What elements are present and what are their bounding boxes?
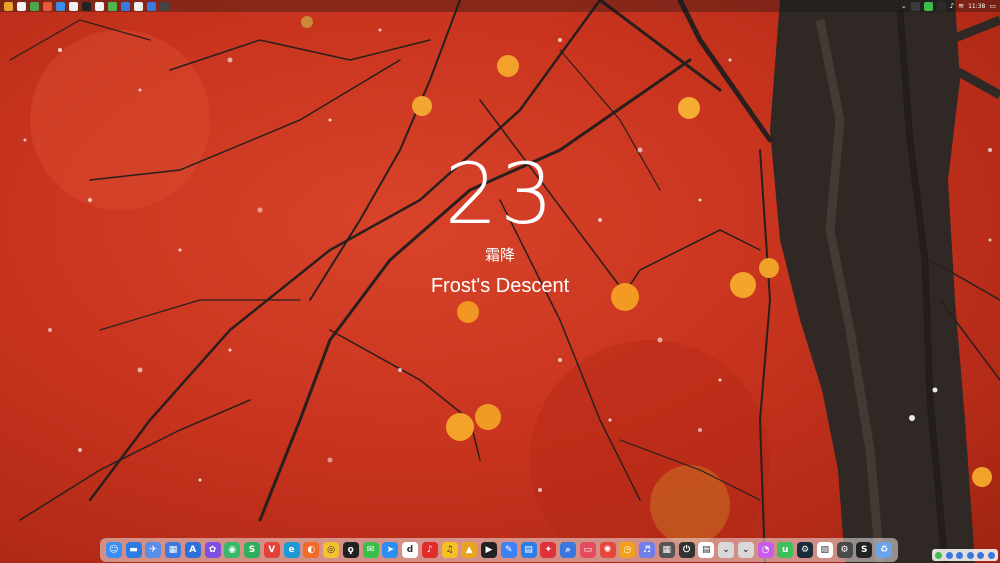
persimmon bbox=[301, 16, 313, 28]
app-icon[interactable] bbox=[160, 1, 169, 11]
windows-icon[interactable]: ▦ bbox=[165, 542, 181, 558]
persimmon bbox=[678, 97, 700, 119]
persimmon bbox=[759, 258, 779, 278]
utilities-icon[interactable]: ▦ bbox=[658, 542, 675, 558]
wifi-icon[interactable]: ≋ bbox=[958, 2, 964, 11]
downloads-icon[interactable]: ⌄ bbox=[737, 542, 754, 558]
pdf-icon[interactable]: ✦ bbox=[540, 542, 557, 558]
menu-bar: ⌄ ♪ ≋ 11:38 ▭ bbox=[0, 0, 1000, 12]
screen-icon[interactable]: ▭ bbox=[989, 2, 996, 11]
feishu-icon[interactable]: ➤ bbox=[382, 542, 399, 558]
app-icon[interactable] bbox=[147, 1, 156, 11]
persimmon bbox=[446, 413, 474, 441]
player-icon[interactable]: ▶ bbox=[481, 542, 497, 558]
upwork-icon[interactable]: u bbox=[777, 542, 794, 558]
search-icon[interactable]: ⌕ bbox=[560, 542, 576, 558]
persimmon bbox=[412, 96, 432, 116]
calendar-icon[interactable]: ▤ bbox=[698, 542, 715, 558]
persimmon bbox=[457, 301, 479, 323]
chrome-icon[interactable] bbox=[82, 1, 91, 11]
wallpaper-bokeh bbox=[650, 465, 730, 545]
chevron-down-icon[interactable]: ⌄ bbox=[901, 2, 907, 11]
grid-app-icon[interactable]: ▤ bbox=[520, 542, 537, 558]
trash-icon[interactable]: ♻ bbox=[876, 542, 892, 558]
solar-term-english: Frost's Descent bbox=[430, 275, 570, 297]
netease-music-icon[interactable]: ♪ bbox=[421, 542, 438, 558]
desktop-icon[interactable]: ▬ bbox=[125, 542, 142, 558]
input-icon[interactable] bbox=[945, 551, 953, 559]
launchpad-icon[interactable]: ✈ bbox=[145, 542, 162, 558]
vivaldi-icon[interactable]: V bbox=[263, 542, 280, 558]
persimmon bbox=[972, 467, 992, 487]
chrome-icon[interactable]: ◎ bbox=[323, 542, 339, 558]
wechat-icon[interactable] bbox=[935, 551, 943, 559]
slides-icon[interactable]: ▭ bbox=[579, 542, 596, 558]
photos-icon[interactable]: ▨ bbox=[816, 542, 833, 558]
dock: ☺ ▬ ✈ ▦ A ✿ ◉ S Ve ◐ ◎ ϙ ✉ ➤ d ♪ ♫ ▲ ▶ ✎ ▤ ✦ ⌕ ▭ ✺ ◷ ♬ ▦ ⏻ ▤ ⌄ ⌄ ◔ u ⚙ ▨ ⚙ S ♻ bbox=[100, 538, 898, 562]
system-tray bbox=[932, 549, 998, 561]
messages-icon[interactable] bbox=[56, 1, 65, 11]
firefox-icon[interactable]: ◐ bbox=[303, 542, 320, 558]
docs-icon[interactable]: ✎ bbox=[500, 542, 517, 558]
app-icon[interactable] bbox=[134, 1, 143, 11]
solar-term-widget: 23 霜降 Frost's Descent bbox=[380, 148, 620, 298]
game-icon[interactable]: ✿ bbox=[204, 542, 221, 558]
clock-app-icon[interactable]: ◷ bbox=[619, 542, 636, 558]
wallpaper-bokeh bbox=[30, 30, 210, 210]
menu-bar-left bbox=[0, 1, 173, 11]
wifi-icon[interactable] bbox=[977, 551, 985, 559]
persimmon bbox=[497, 55, 519, 77]
gradient-app-icon[interactable]: ◔ bbox=[757, 542, 774, 558]
hook-icon[interactable]: S bbox=[856, 542, 873, 558]
notes-icon[interactable] bbox=[30, 1, 39, 11]
desktop: ⌄ ♪ ≋ 11:38 ▭ 23 霜降 Frost's Descent ☺ ▬ ✈ ▦… bbox=[0, 0, 1000, 563]
obsidian-icon[interactable]: ▲ bbox=[461, 542, 478, 558]
persimmon bbox=[730, 272, 756, 298]
edge-icon[interactable]: e bbox=[283, 542, 300, 558]
evernote-icon[interactable]: S bbox=[244, 542, 260, 558]
calendar-icon[interactable] bbox=[17, 1, 26, 11]
mail-icon[interactable] bbox=[69, 1, 78, 11]
tiktok-icon[interactable]: d bbox=[402, 542, 418, 558]
finder-icon[interactable]: ☺ bbox=[105, 542, 122, 558]
power-icon[interactable]: ⏻ bbox=[678, 542, 695, 558]
solar-term-chinese: 霜降 bbox=[484, 246, 515, 264]
ai-icon[interactable]: ◉ bbox=[224, 542, 241, 558]
menu-bar-right: ⌄ ♪ ≋ 11:38 ▭ bbox=[897, 1, 1000, 11]
qq-music-icon[interactable]: ♫ bbox=[441, 542, 458, 558]
day-number: 23 bbox=[444, 145, 556, 243]
wechat-icon[interactable] bbox=[923, 1, 933, 11]
mathematica-icon[interactable]: ✺ bbox=[599, 542, 616, 558]
photos-icon[interactable] bbox=[43, 1, 52, 11]
app-icon[interactable] bbox=[121, 1, 130, 11]
shield-icon[interactable] bbox=[910, 1, 920, 11]
qq-icon[interactable] bbox=[936, 1, 946, 11]
persimmon bbox=[475, 404, 501, 430]
qq-icon[interactable]: ϙ bbox=[342, 542, 359, 558]
terminal-icon[interactable] bbox=[108, 1, 117, 11]
audio-icon[interactable]: ♬ bbox=[639, 542, 655, 558]
steam-icon[interactable]: ⚙ bbox=[797, 542, 813, 558]
folder-icon[interactable]: ⌄ bbox=[718, 542, 734, 558]
menu-bar-clock[interactable]: 11:38 bbox=[968, 3, 985, 10]
wechat-icon[interactable]: ✉ bbox=[362, 542, 379, 558]
user-icon[interactable] bbox=[987, 551, 995, 559]
settings-icon[interactable]: ⚙ bbox=[836, 542, 853, 558]
speaker-icon[interactable] bbox=[966, 551, 974, 559]
volume-icon[interactable]: ♪ bbox=[950, 2, 954, 11]
browser-icon[interactable] bbox=[95, 1, 104, 11]
app-store-icon[interactable]: A bbox=[184, 542, 201, 558]
mic-icon[interactable] bbox=[956, 551, 964, 559]
finder-icon[interactable] bbox=[4, 1, 13, 11]
